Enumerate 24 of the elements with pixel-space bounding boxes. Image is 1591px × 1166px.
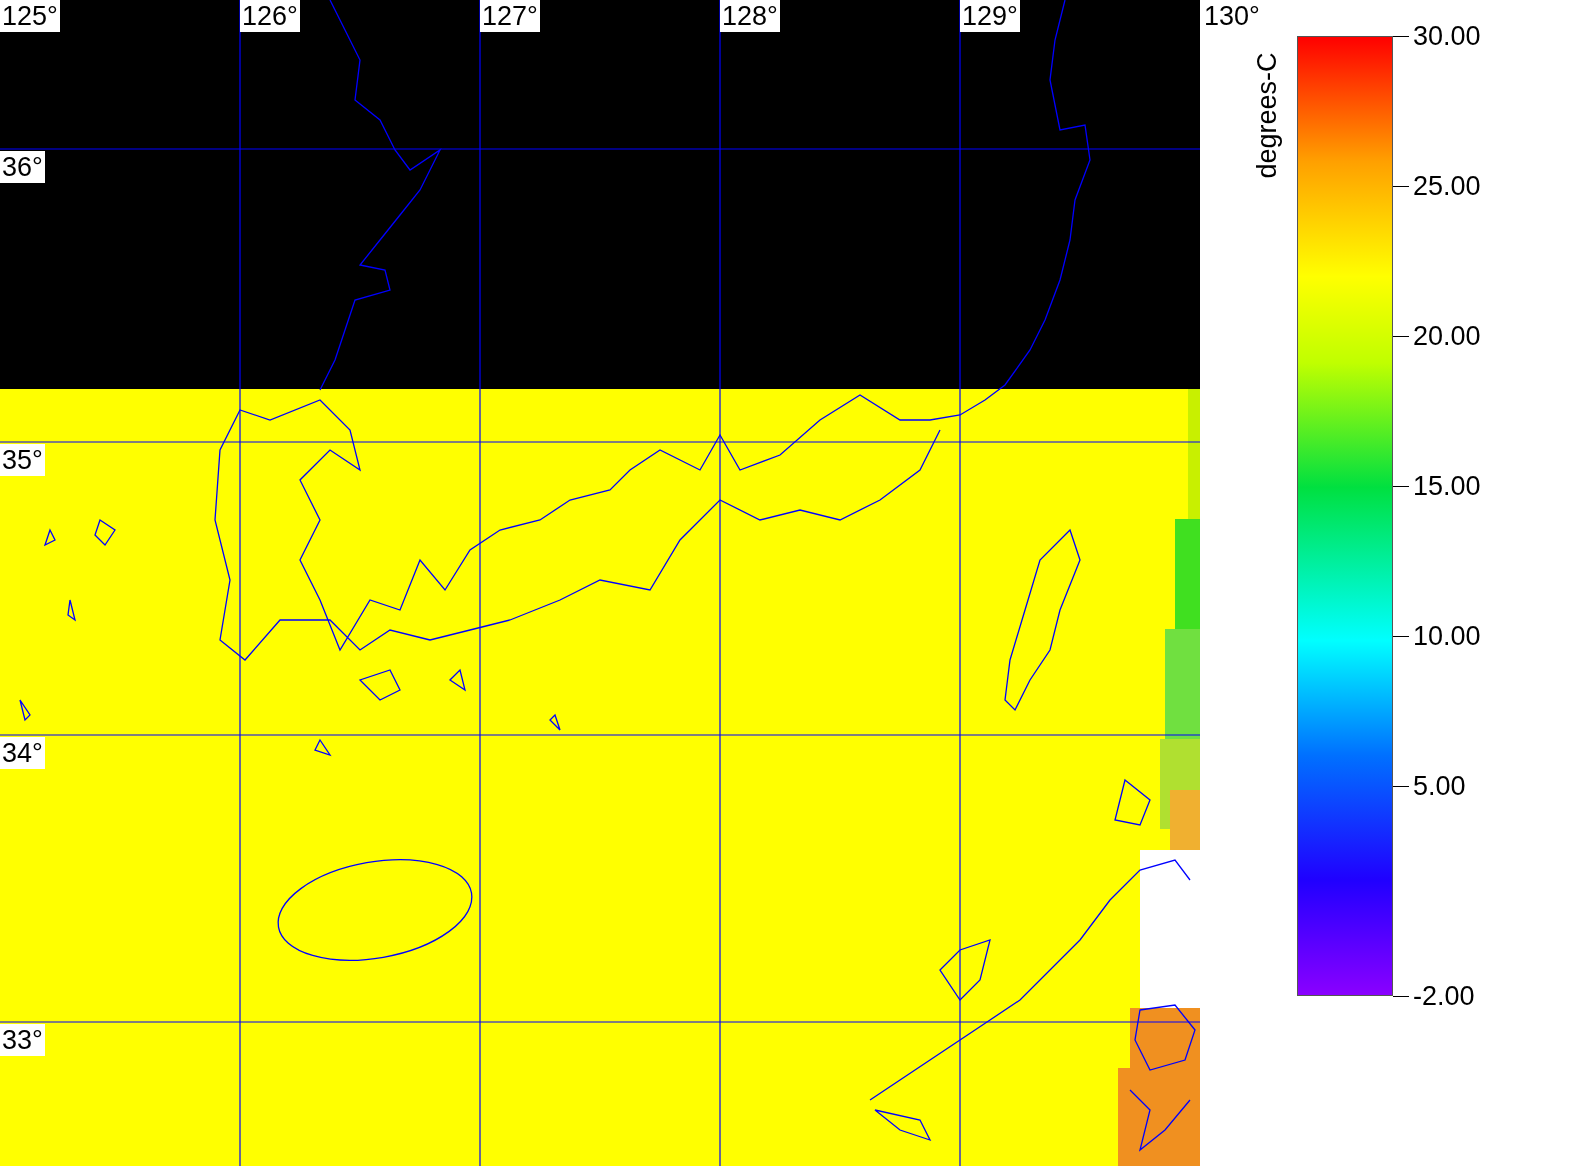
longitude-label: 126° — [240, 0, 300, 32]
tick-mark — [1393, 185, 1409, 187]
tick-mark — [1393, 485, 1409, 487]
colorbar-label: degrees-C — [1251, 51, 1283, 179]
tick-mark — [1393, 995, 1409, 997]
tick-label: 5.00 — [1413, 770, 1466, 802]
latitude-label: 33° — [0, 1024, 45, 1056]
longitude-label: 127° — [480, 0, 540, 32]
tick-label: 10.00 — [1413, 620, 1481, 652]
tick-label: -2.00 — [1413, 980, 1475, 1012]
tick-mark — [1393, 635, 1409, 637]
longitude-label: 125° — [0, 0, 60, 32]
longitude-label: 128° — [720, 0, 780, 32]
tick-mark — [1393, 335, 1409, 337]
longitude-label: 129° — [960, 0, 1020, 32]
tick-mark — [1393, 35, 1409, 37]
tick-mark — [1393, 785, 1409, 787]
latitude-label: 34° — [0, 737, 45, 769]
tick-label: 20.00 — [1413, 320, 1481, 352]
tick-label: 15.00 — [1413, 470, 1481, 502]
tick-label: 30.00 — [1413, 20, 1481, 52]
tick-label: 25.00 — [1413, 170, 1481, 202]
latitude-label: 35° — [0, 444, 45, 476]
latitude-label: 36° — [0, 151, 45, 183]
